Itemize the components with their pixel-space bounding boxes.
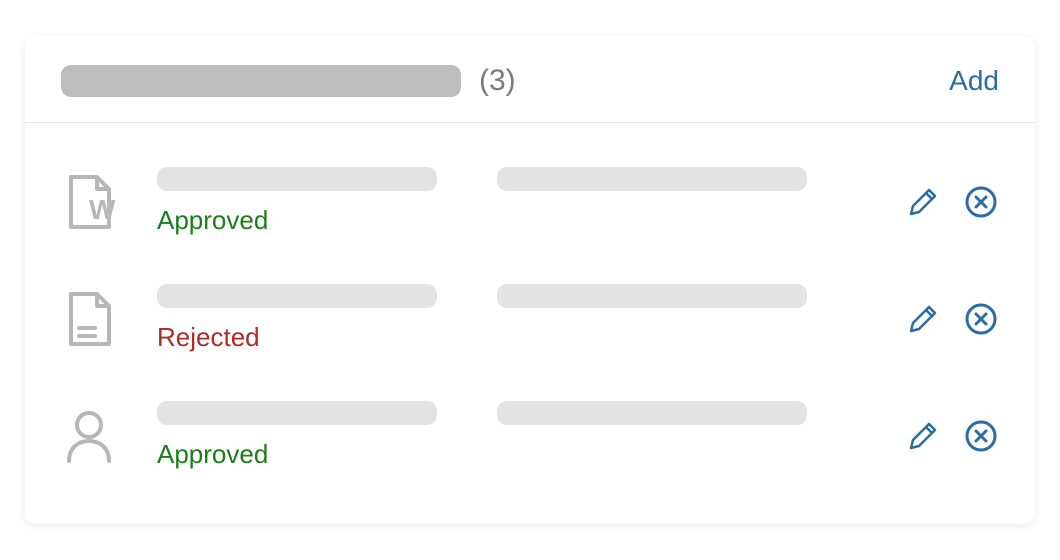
edit-button[interactable] [905, 301, 941, 337]
edit-button[interactable] [905, 418, 941, 454]
close-circle-icon [964, 185, 998, 219]
list-item: Approved [61, 377, 999, 494]
row-actions [905, 301, 999, 337]
status-label: Approved [157, 205, 885, 236]
card-header: (3) Add [25, 36, 1035, 123]
pencil-icon [907, 303, 939, 335]
file-word-icon: W [61, 172, 121, 232]
delete-button[interactable] [963, 184, 999, 220]
row-content: Rejected [157, 284, 885, 353]
text-skeleton [157, 401, 437, 425]
status-label: Approved [157, 439, 885, 470]
svg-text:W: W [89, 194, 116, 225]
delete-button[interactable] [963, 418, 999, 454]
text-skeleton [497, 167, 807, 191]
row-actions [905, 184, 999, 220]
row-content: Approved [157, 401, 885, 470]
row-actions [905, 418, 999, 454]
file-text-icon [61, 289, 121, 349]
list-item: Rejected [61, 260, 999, 377]
title-skeleton [61, 65, 461, 97]
pencil-icon [907, 186, 939, 218]
text-skeleton [157, 167, 437, 191]
text-skeleton [157, 284, 437, 308]
edit-button[interactable] [905, 184, 941, 220]
card: (3) Add W Approved [25, 36, 1035, 524]
list-item: W Approved [61, 143, 999, 260]
pencil-icon [907, 420, 939, 452]
row-content: Approved [157, 167, 885, 236]
delete-button[interactable] [963, 301, 999, 337]
close-circle-icon [964, 302, 998, 336]
person-icon [61, 406, 121, 466]
text-skeleton [497, 284, 807, 308]
text-skeleton [497, 401, 807, 425]
add-button[interactable]: Add [949, 65, 999, 97]
count-label: (3) [479, 64, 516, 98]
list: W Approved [25, 123, 1035, 524]
close-circle-icon [964, 419, 998, 453]
status-label: Rejected [157, 322, 885, 353]
